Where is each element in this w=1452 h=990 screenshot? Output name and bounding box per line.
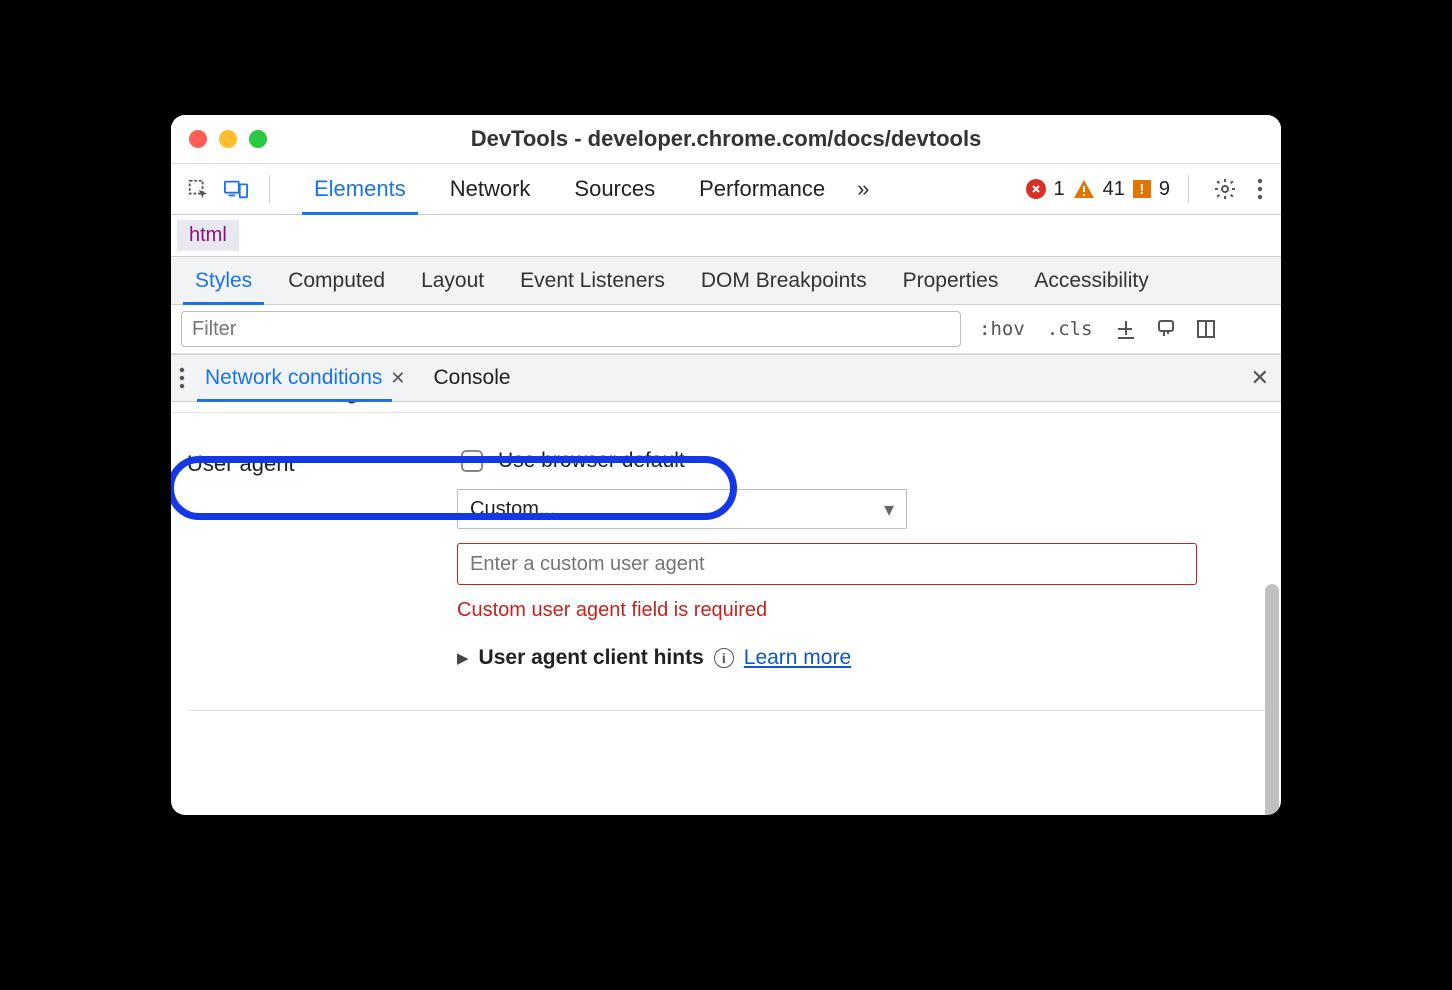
styles-tool-icons <box>1115 318 1217 340</box>
computed-panel-icon[interactable] <box>1195 318 1217 340</box>
user-agent-preset-value: Custom... <box>470 498 556 521</box>
tabs-overflow-button[interactable]: » <box>847 164 879 214</box>
window-controls <box>189 130 267 148</box>
maximize-window-button[interactable] <box>249 130 267 148</box>
settings-icon[interactable] <box>1207 177 1243 201</box>
subtab-dom-breakpoints[interactable]: DOM Breakpoints <box>683 257 885 304</box>
subtab-layout[interactable]: Layout <box>403 257 502 304</box>
user-agent-error-text: Custom user agent field is required <box>457 599 767 622</box>
styles-filter-row: :hov .cls <box>171 305 1281 354</box>
elements-subtabs: Styles Computed Layout Event Listeners D… <box>171 257 1281 305</box>
throttling-label: Network throttling <box>187 402 457 404</box>
network-conditions-panel: Network throttling No throttling User ag… <box>171 402 1281 815</box>
user-agent-label: User agent <box>187 447 457 477</box>
status-counters[interactable]: 1 41 ! 9 <box>1026 178 1171 201</box>
network-throttling-row: Network throttling No throttling <box>171 402 1281 413</box>
use-browser-default-row[interactable]: Use browser default <box>457 447 685 475</box>
inspect-icon[interactable] <box>183 178 213 200</box>
tab-elements[interactable]: Elements <box>292 164 428 214</box>
devtools-window: DevTools - developer.chrome.com/docs/dev… <box>171 115 1281 815</box>
disclosure-triangle-icon[interactable]: ▶ <box>457 649 469 667</box>
device-toggle-icon[interactable] <box>221 178 251 200</box>
minimize-window-button[interactable] <box>219 130 237 148</box>
user-agent-section: User agent Use browser default Custom...… <box>187 447 1265 670</box>
drawer-tab-console[interactable]: Console <box>426 355 519 401</box>
use-browser-default-checkbox[interactable] <box>461 450 483 472</box>
paint-flash-icon[interactable] <box>1155 318 1177 340</box>
styles-filter-input[interactable] <box>181 311 961 347</box>
divider <box>269 175 270 203</box>
tab-sources[interactable]: Sources <box>552 164 677 214</box>
custom-user-agent-input[interactable] <box>457 543 1197 585</box>
divider <box>1188 175 1189 203</box>
user-agent-preset-select[interactable]: Custom... ▾ <box>457 489 907 529</box>
drawer-tab-label: Console <box>434 366 511 390</box>
subtab-computed[interactable]: Computed <box>270 257 403 304</box>
tab-network[interactable]: Network <box>428 164 553 214</box>
use-browser-default-label: Use browser default <box>498 449 685 473</box>
new-style-rule-icon[interactable] <box>1115 318 1137 340</box>
breadcrumb-html[interactable]: html <box>177 220 239 251</box>
titlebar: DevTools - developer.chrome.com/docs/dev… <box>171 115 1281 163</box>
main-tabbar: Elements Network Sources Performance » 1… <box>171 163 1281 215</box>
drawer-tabbar: Network conditions ✕ Console ✕ <box>171 354 1281 402</box>
subtab-event-listeners[interactable]: Event Listeners <box>502 257 683 304</box>
close-icon[interactable]: ✕ <box>390 368 405 389</box>
issues-icon: ! <box>1133 180 1151 198</box>
error-count: 1 <box>1054 178 1065 201</box>
info-icon[interactable]: i <box>714 648 734 668</box>
ua-client-hints-label[interactable]: User agent client hints <box>479 646 704 670</box>
subtab-properties[interactable]: Properties <box>885 257 1017 304</box>
breadcrumb-bar: html <box>171 215 1281 257</box>
scrollbar-track[interactable] <box>1263 402 1281 815</box>
tab-performance[interactable]: Performance <box>677 164 847 214</box>
drawer-tab-network-conditions[interactable]: Network conditions ✕ <box>197 355 414 401</box>
main-tabs: Elements Network Sources Performance » <box>292 164 879 214</box>
divider <box>187 710 1265 711</box>
warning-count: 41 <box>1103 178 1125 201</box>
scrollbar-thumb[interactable] <box>1265 584 1279 815</box>
chevron-down-icon: ▾ <box>884 497 894 522</box>
learn-more-link[interactable]: Learn more <box>744 646 851 670</box>
warning-icon <box>1073 179 1095 199</box>
drawer-tab-label: Network conditions <box>205 366 382 390</box>
issues-count: 9 <box>1159 178 1170 201</box>
hov-button[interactable]: :hov <box>975 318 1029 340</box>
subtab-styles[interactable]: Styles <box>177 257 270 304</box>
ua-client-hints-row: ▶ User agent client hints i Learn more <box>457 646 851 670</box>
drawer-menu-icon[interactable] <box>179 367 185 389</box>
drawer-close-icon[interactable]: ✕ <box>1251 365 1269 391</box>
error-icon <box>1026 179 1046 199</box>
more-menu-icon[interactable] <box>1251 178 1269 200</box>
cls-button[interactable]: .cls <box>1043 318 1097 340</box>
window-title: DevTools - developer.chrome.com/docs/dev… <box>171 126 1281 152</box>
subtab-accessibility[interactable]: Accessibility <box>1016 257 1166 304</box>
close-window-button[interactable] <box>189 130 207 148</box>
